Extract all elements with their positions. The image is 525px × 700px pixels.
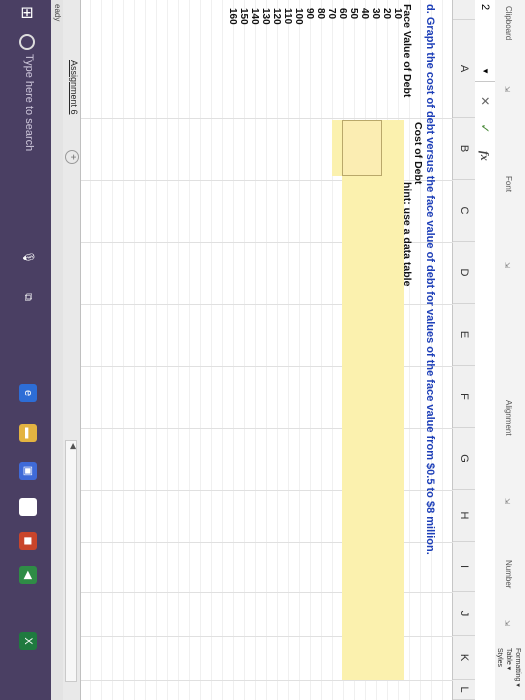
cortana-icon[interactable] [19, 34, 35, 50]
face-value-cell[interactable]: 60 [337, 8, 348, 122]
face-value-cell[interactable]: 160 [227, 8, 238, 122]
ribbon-alignment-label[interactable]: Alignment [504, 400, 513, 436]
face-value-cell[interactable]: 50 [348, 8, 359, 122]
face-value-list: 10 20 30 40 50 60 70 80 90 100 110 120 1… [227, 4, 403, 118]
column-header[interactable]: E [453, 304, 475, 366]
face-value-cell[interactable]: 110 [282, 8, 293, 122]
ribbon-styles-group[interactable]: Formatting ▾ Table ▾ Styles [495, 648, 522, 687]
question-title: d. Graph the cost of debt versus the fac… [424, 4, 436, 555]
file-explorer-icon[interactable]: ▬ [19, 424, 37, 442]
face-value-cell[interactable]: 100 [293, 8, 304, 122]
face-value-cell[interactable]: 40 [359, 8, 370, 122]
ribbon-styles-label: Styles [496, 648, 503, 668]
hint-text: hint: use a data table [401, 182, 413, 287]
number-launcher-icon[interactable]: ⇲ [503, 620, 511, 626]
face-value-cell[interactable]: 30 [370, 8, 381, 122]
name-box-value: 2 [479, 4, 491, 11]
cost-of-debt-header: Cost of Debt [412, 122, 424, 185]
chevron-down-icon[interactable]: ▼ [475, 67, 495, 75]
scroll-left-icon[interactable]: ◀ [69, 443, 78, 449]
arrow-app-icon[interactable]: ◀ [19, 566, 37, 584]
sheet-tab-bar: Assignment 6 + ◀ [62, 0, 81, 700]
column-header[interactable]: D [453, 242, 475, 304]
status-text: eady [53, 4, 62, 22]
face-value-cell[interactable]: 20 [381, 8, 392, 122]
format-as-table-button[interactable]: Table ▾ [504, 648, 513, 687]
face-value-cell[interactable]: 70 [326, 8, 337, 122]
selected-range-box[interactable] [342, 120, 382, 176]
column-header[interactable]: L [453, 680, 475, 700]
edge-browser-icon[interactable]: e [19, 384, 37, 402]
excel-icon[interactable]: X [19, 632, 37, 650]
cancel-icon[interactable]: ✕ [478, 96, 492, 106]
status-bar: eady [51, 0, 63, 700]
column-headers: A B C D E F G H I J K L [452, 0, 475, 700]
add-sheet-icon[interactable]: + [65, 150, 79, 164]
sheet-tab-assignment-6[interactable]: Assignment 6 [69, 60, 79, 115]
ribbon-font-label[interactable]: Font [504, 176, 513, 192]
horizontal-scrollbar[interactable]: ◀ [65, 440, 78, 682]
formula-buttons: ✕ ✓ fx [475, 96, 495, 175]
windows-taskbar: ⊞ Type here to search 🎙 ⧉ e ▬ ▣ a ◼ ◀ X [0, 0, 51, 700]
face-value-cell[interactable]: 150 [238, 8, 249, 122]
column-header[interactable]: B [453, 118, 475, 180]
column-header[interactable]: J [453, 592, 475, 636]
windows-start-icon[interactable]: ⊞ [17, 6, 37, 19]
highlight-band-lower [342, 120, 382, 680]
face-value-cell[interactable]: 130 [260, 8, 271, 122]
ribbon-group-labels: Clipboard ⇲ Font ⇲ Alignment ⇲ Number ⇲ … [494, 0, 525, 700]
amazon-app-icon[interactable]: a [19, 498, 37, 516]
column-header[interactable]: A [453, 20, 475, 118]
formula-bar: 2 ▼ ✕ ✓ fx [474, 0, 495, 700]
column-header[interactable]: K [453, 636, 475, 680]
taskbar-search-input[interactable]: Type here to search [23, 54, 35, 151]
alignment-launcher-icon[interactable]: ⇲ [503, 498, 511, 504]
onenote-icon[interactable]: ◼ [19, 532, 37, 550]
column-header[interactable]: I [453, 542, 475, 592]
clipboard-launcher-icon[interactable]: ⇲ [503, 86, 511, 92]
face-value-cell[interactable]: 90 [304, 8, 315, 122]
column-header[interactable]: G [453, 428, 475, 490]
conditional-formatting-button[interactable]: Formatting ▾ [513, 648, 522, 687]
name-box[interactable]: 2 ▼ [475, 0, 495, 82]
enter-icon[interactable]: ✓ [478, 123, 492, 133]
face-value-cell[interactable]: 10 [392, 8, 403, 122]
excel-window: Clipboard ⇲ Font ⇲ Alignment ⇲ Number ⇲ … [0, 0, 525, 700]
column-header[interactable]: F [453, 366, 475, 428]
font-launcher-icon[interactable]: ⇲ [503, 262, 511, 268]
ribbon-number-label[interactable]: Number [504, 560, 513, 588]
face-value-cell[interactable]: 140 [249, 8, 260, 122]
column-header[interactable]: C [453, 180, 475, 242]
insert-function-icon[interactable]: fx [478, 151, 492, 161]
ribbon-clipboard-label[interactable]: Clipboard [504, 6, 513, 40]
face-value-cell[interactable]: 120 [271, 8, 282, 122]
store-icon[interactable]: ▣ [19, 462, 37, 480]
microphone-icon[interactable]: 🎙 [19, 248, 37, 266]
face-value-cell[interactable]: 80 [315, 8, 326, 122]
task-view-icon[interactable]: ⧉ [19, 288, 37, 306]
column-header[interactable]: H [453, 490, 475, 542]
select-all-corner[interactable] [453, 0, 475, 20]
